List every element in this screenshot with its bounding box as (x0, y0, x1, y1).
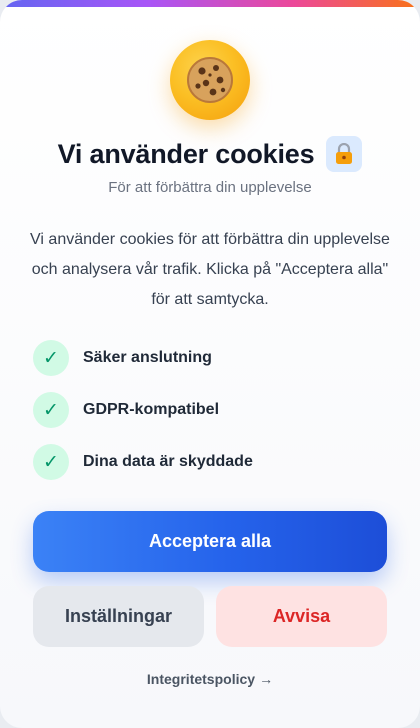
feature-label: GDPR-kompatibel (83, 401, 220, 418)
privacy-policy-link[interactable]: Integritetspolicy → (0, 671, 420, 687)
feature-item: ✓ Dina data är skyddade (33, 444, 393, 480)
check-icon: ✓ (33, 444, 69, 480)
feature-list: ✓ Säker anslutning ✓ GDPR-kompatibel ✓ D… (33, 340, 393, 496)
cookie-icon (170, 40, 250, 120)
lock-icon (326, 136, 363, 172)
check-icon: ✓ (33, 340, 69, 376)
arrow-right-icon: → (259, 671, 274, 687)
subtitle: För att förbättra din upplevelse (108, 179, 312, 196)
feature-label: Säker anslutning (83, 349, 212, 366)
description-text: Vi använder cookies för att förbättra di… (30, 231, 390, 308)
accept-all-button[interactable]: Acceptera alla (33, 511, 387, 572)
check-icon: ✓ (33, 392, 69, 428)
title-row: Vi använder cookies (0, 134, 420, 174)
page-title: Vi använder cookies (57, 138, 315, 169)
cookie-consent-card: Vi använder cookies För att förbättra di… (0, 0, 420, 728)
feature-item: ✓ GDPR-kompatibel (33, 392, 393, 428)
feature-item: ✓ Säker anslutning (33, 340, 393, 376)
gradient-top-bar (0, 0, 420, 7)
reject-button[interactable]: Avvisa (216, 586, 387, 647)
feature-label: Dina data är skyddade (83, 453, 253, 470)
settings-button[interactable]: Inställningar (33, 586, 204, 647)
privacy-policy-label: Integritetspolicy (146, 671, 256, 687)
